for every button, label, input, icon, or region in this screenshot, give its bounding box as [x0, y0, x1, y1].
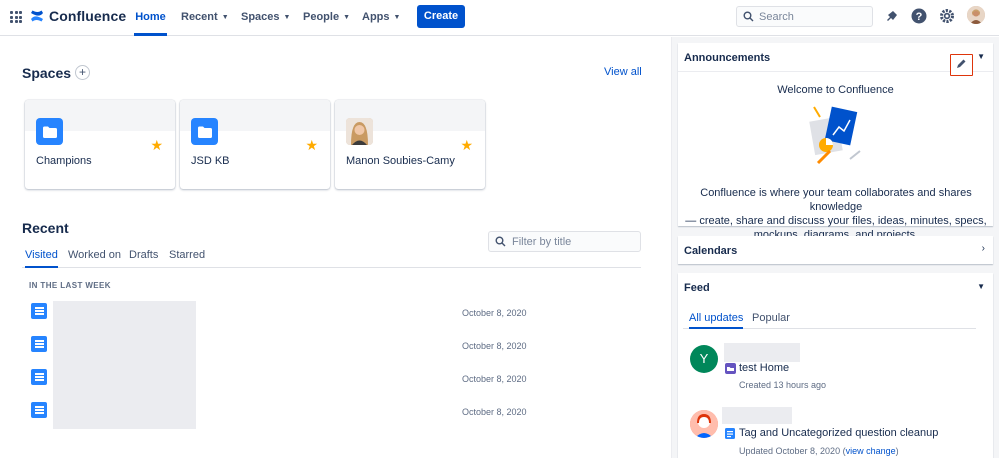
create-button[interactable]: Create	[417, 5, 465, 28]
space-name: Champions	[36, 155, 92, 167]
folder-icon	[191, 118, 218, 145]
app-switcher-icon[interactable]	[10, 11, 22, 23]
tab-drafts[interactable]: Drafts	[129, 249, 158, 268]
folder-icon	[36, 118, 63, 145]
tab-worked-on[interactable]: Worked on	[68, 249, 121, 268]
space-name: JSD KB	[191, 155, 230, 167]
chevron-down-icon: ▼	[343, 14, 351, 21]
redacted-author	[722, 407, 792, 424]
row-date: October 8, 2020	[462, 407, 527, 417]
user-avatar[interactable]	[967, 6, 985, 24]
notifications-icon[interactable]	[884, 8, 900, 24]
space-card-manon-soubies-camy[interactable]: Manon Soubies-Camy ★	[335, 100, 485, 189]
pencil-icon	[957, 59, 966, 68]
feed-item-meta: Updated October 8, 2020 (view change)	[739, 446, 899, 456]
view-change-link[interactable]: view change	[846, 446, 896, 456]
top-navigation: Confluence Home Recent ▼ Spaces ▼ People ▼ …	[0, 0, 999, 36]
welcome-heading: Welcome to Confluence	[777, 84, 894, 96]
page-icon	[725, 428, 735, 439]
nav-recent-label: Recent	[181, 11, 218, 23]
space-card-champions[interactable]: Champions ★	[25, 100, 175, 189]
nav-people[interactable]: People ▼	[303, 0, 350, 36]
page-icon	[31, 336, 47, 352]
announcement-line: Confluence is where your team collaborat…	[700, 187, 972, 213]
brand-name: Confluence	[49, 8, 127, 24]
announcement-line: — create, share and discuss your files, …	[685, 215, 987, 227]
right-sidebar: Announcements ▼ Welcome to Confluence Co…	[672, 37, 999, 458]
add-space-button[interactable]: +	[75, 65, 90, 80]
nav-home[interactable]: Home	[134, 0, 167, 36]
svg-text:?: ?	[916, 11, 923, 23]
section-label: IN THE LAST WEEK	[29, 281, 111, 290]
tab-popular[interactable]: Popular	[752, 312, 790, 329]
feed-item-meta-end: )	[895, 446, 899, 456]
spaces-heading: Spaces	[22, 65, 72, 81]
announcements-header[interactable]: Announcements ▼	[678, 43, 993, 72]
feed-title: Feed	[684, 282, 710, 294]
redacted-titles	[53, 301, 196, 429]
tab-all-updates[interactable]: All updates	[689, 312, 744, 329]
view-all-spaces-link[interactable]: View all	[604, 66, 642, 78]
page-icon	[31, 369, 47, 385]
calendars-title: Calendars	[684, 245, 738, 257]
redacted-author	[724, 343, 800, 362]
search-icon	[495, 236, 506, 247]
nav-recent[interactable]: Recent ▼	[181, 0, 229, 36]
nav-apps[interactable]: Apps ▼	[362, 0, 400, 36]
tab-visited[interactable]: Visited	[25, 249, 58, 268]
star-icon[interactable]: ★	[305, 137, 318, 154]
feed-item-meta-text: Updated October 8, 2020 (	[739, 446, 846, 456]
recent-tabs: Visited Worked on Drafts Starred	[22, 249, 641, 268]
feed-item-meta: Created 13 hours ago	[739, 380, 827, 390]
feed-item-title[interactable]: test Home	[739, 362, 789, 374]
space-avatar-photo	[346, 118, 373, 145]
chevron-down-icon: ▼	[283, 14, 291, 21]
help-icon[interactable]: ?	[911, 8, 927, 24]
row-date: October 8, 2020	[462, 374, 527, 384]
tab-starred[interactable]: Starred	[169, 249, 205, 268]
nav-people-label: People	[303, 11, 340, 23]
search-input[interactable]	[759, 10, 859, 23]
nav-apps-label: Apps	[362, 11, 390, 23]
space-name: Manon Soubies-Camy	[346, 155, 455, 167]
feed-avatar[interactable]	[690, 410, 718, 438]
row-date: October 8, 2020	[462, 308, 527, 318]
calendars-card[interactable]: Calendars ›	[678, 236, 993, 264]
filter-input[interactable]	[512, 235, 632, 248]
page-icon	[31, 402, 47, 418]
chevron-down-icon[interactable]: ▼	[977, 282, 985, 291]
nav-spaces[interactable]: Spaces ▼	[241, 0, 290, 36]
search-icon	[743, 11, 754, 22]
star-icon[interactable]: ★	[460, 137, 473, 154]
chevron-down-icon: ▼	[221, 14, 229, 21]
chevron-down-icon: ▼	[393, 14, 401, 21]
feed-item-title[interactable]: Tag and Uncategorized question cleanup	[739, 427, 938, 439]
feed-tabs: All updates Popular	[683, 312, 976, 329]
search-field[interactable]	[736, 6, 873, 27]
space-home-icon	[725, 363, 736, 374]
confluence-logo[interactable]: Confluence	[30, 8, 126, 24]
space-card-jsd-kb[interactable]: JSD KB ★	[180, 100, 330, 189]
feed-avatar[interactable]: Y	[690, 345, 718, 373]
announcement-body: Confluence is where your team collaborat…	[684, 186, 988, 242]
nav-home-label: Home	[135, 11, 166, 23]
settings-gear-icon[interactable]	[939, 8, 955, 24]
user-photo	[967, 6, 985, 24]
edit-announcement-button[interactable]	[950, 54, 973, 76]
confluence-logo-icon	[31, 10, 43, 22]
chevron-right-icon[interactable]: ›	[982, 243, 985, 254]
recent-heading: Recent	[22, 220, 69, 236]
chevron-down-icon[interactable]: ▼	[977, 52, 985, 61]
main-content: Spaces + View all Champions ★ JSD KB ★ M…	[0, 37, 671, 458]
announcements-card: Announcements ▼ Welcome to Confluence Co…	[678, 43, 993, 241]
page-icon	[31, 303, 47, 319]
announcements-title: Announcements	[684, 52, 771, 64]
star-icon[interactable]: ★	[150, 137, 163, 154]
feed-header[interactable]: Feed ▼	[678, 273, 993, 301]
announcement-illustration	[809, 106, 861, 165]
nav-spaces-label: Spaces	[241, 11, 280, 23]
user-avatar-illustration	[690, 410, 718, 438]
row-date: October 8, 2020	[462, 341, 527, 351]
